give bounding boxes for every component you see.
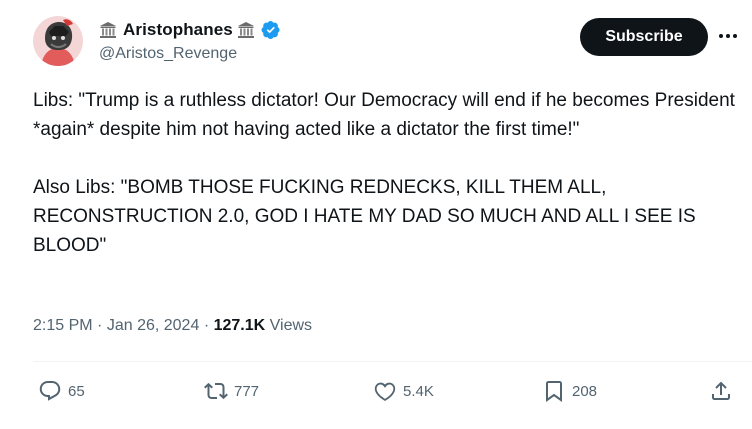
meta-separator: · (203, 317, 214, 334)
repost-icon (204, 379, 228, 403)
more-horizontal-icon[interactable] (716, 26, 740, 46)
repost-button[interactable]: 777 (204, 374, 259, 408)
meta-separator: · (97, 317, 107, 334)
tweet-text: Libs: "Trump is a ruthless dictator! Our… (33, 86, 748, 260)
divider (33, 361, 752, 362)
classical-building-icon (237, 21, 255, 39)
tweet-paragraph: Also Libs: "BOMB THOSE FUCKING REDNECKS,… (33, 177, 696, 256)
bookmark-count: 208 (572, 382, 598, 400)
tweet-card: Aristophanes @Aristos_Revenge Subscribe (0, 0, 752, 429)
avatar[interactable] (33, 16, 83, 66)
author-name-row[interactable]: Aristophanes (99, 18, 281, 42)
tweet-meta: 2:15 PM · Jan 26, 2024 · 127.1K Views (33, 317, 312, 335)
like-count: 5.4K (403, 382, 434, 400)
action-bar: 65 777 5.4K 208 (0, 374, 752, 408)
bookmark-button[interactable]: 208 (542, 374, 597, 408)
share-button[interactable] (709, 374, 733, 408)
tweet-date[interactable]: Jan 26, 2024 (107, 317, 200, 334)
bookmark-icon (542, 379, 566, 403)
verified-badge-icon[interactable] (261, 20, 281, 40)
views-label: Views (269, 317, 313, 334)
tweet-paragraph: Libs: "Trump is a ruthless dictator! Our… (33, 90, 735, 140)
tweet-time[interactable]: 2:15 PM (33, 317, 93, 334)
subscribe-button[interactable]: Subscribe (580, 18, 708, 56)
reply-button[interactable]: 65 (38, 374, 85, 408)
author-handle[interactable]: @Aristos_Revenge (99, 45, 237, 63)
repost-count: 777 (234, 382, 260, 400)
share-icon (709, 379, 733, 403)
views-count: 127.1K (213, 317, 266, 334)
like-button[interactable]: 5.4K (373, 374, 434, 408)
reply-icon (38, 379, 62, 403)
author-display-name[interactable]: Aristophanes (123, 20, 233, 40)
reply-count: 65 (68, 382, 85, 400)
classical-building-icon (99, 21, 117, 39)
heart-icon (373, 379, 397, 403)
